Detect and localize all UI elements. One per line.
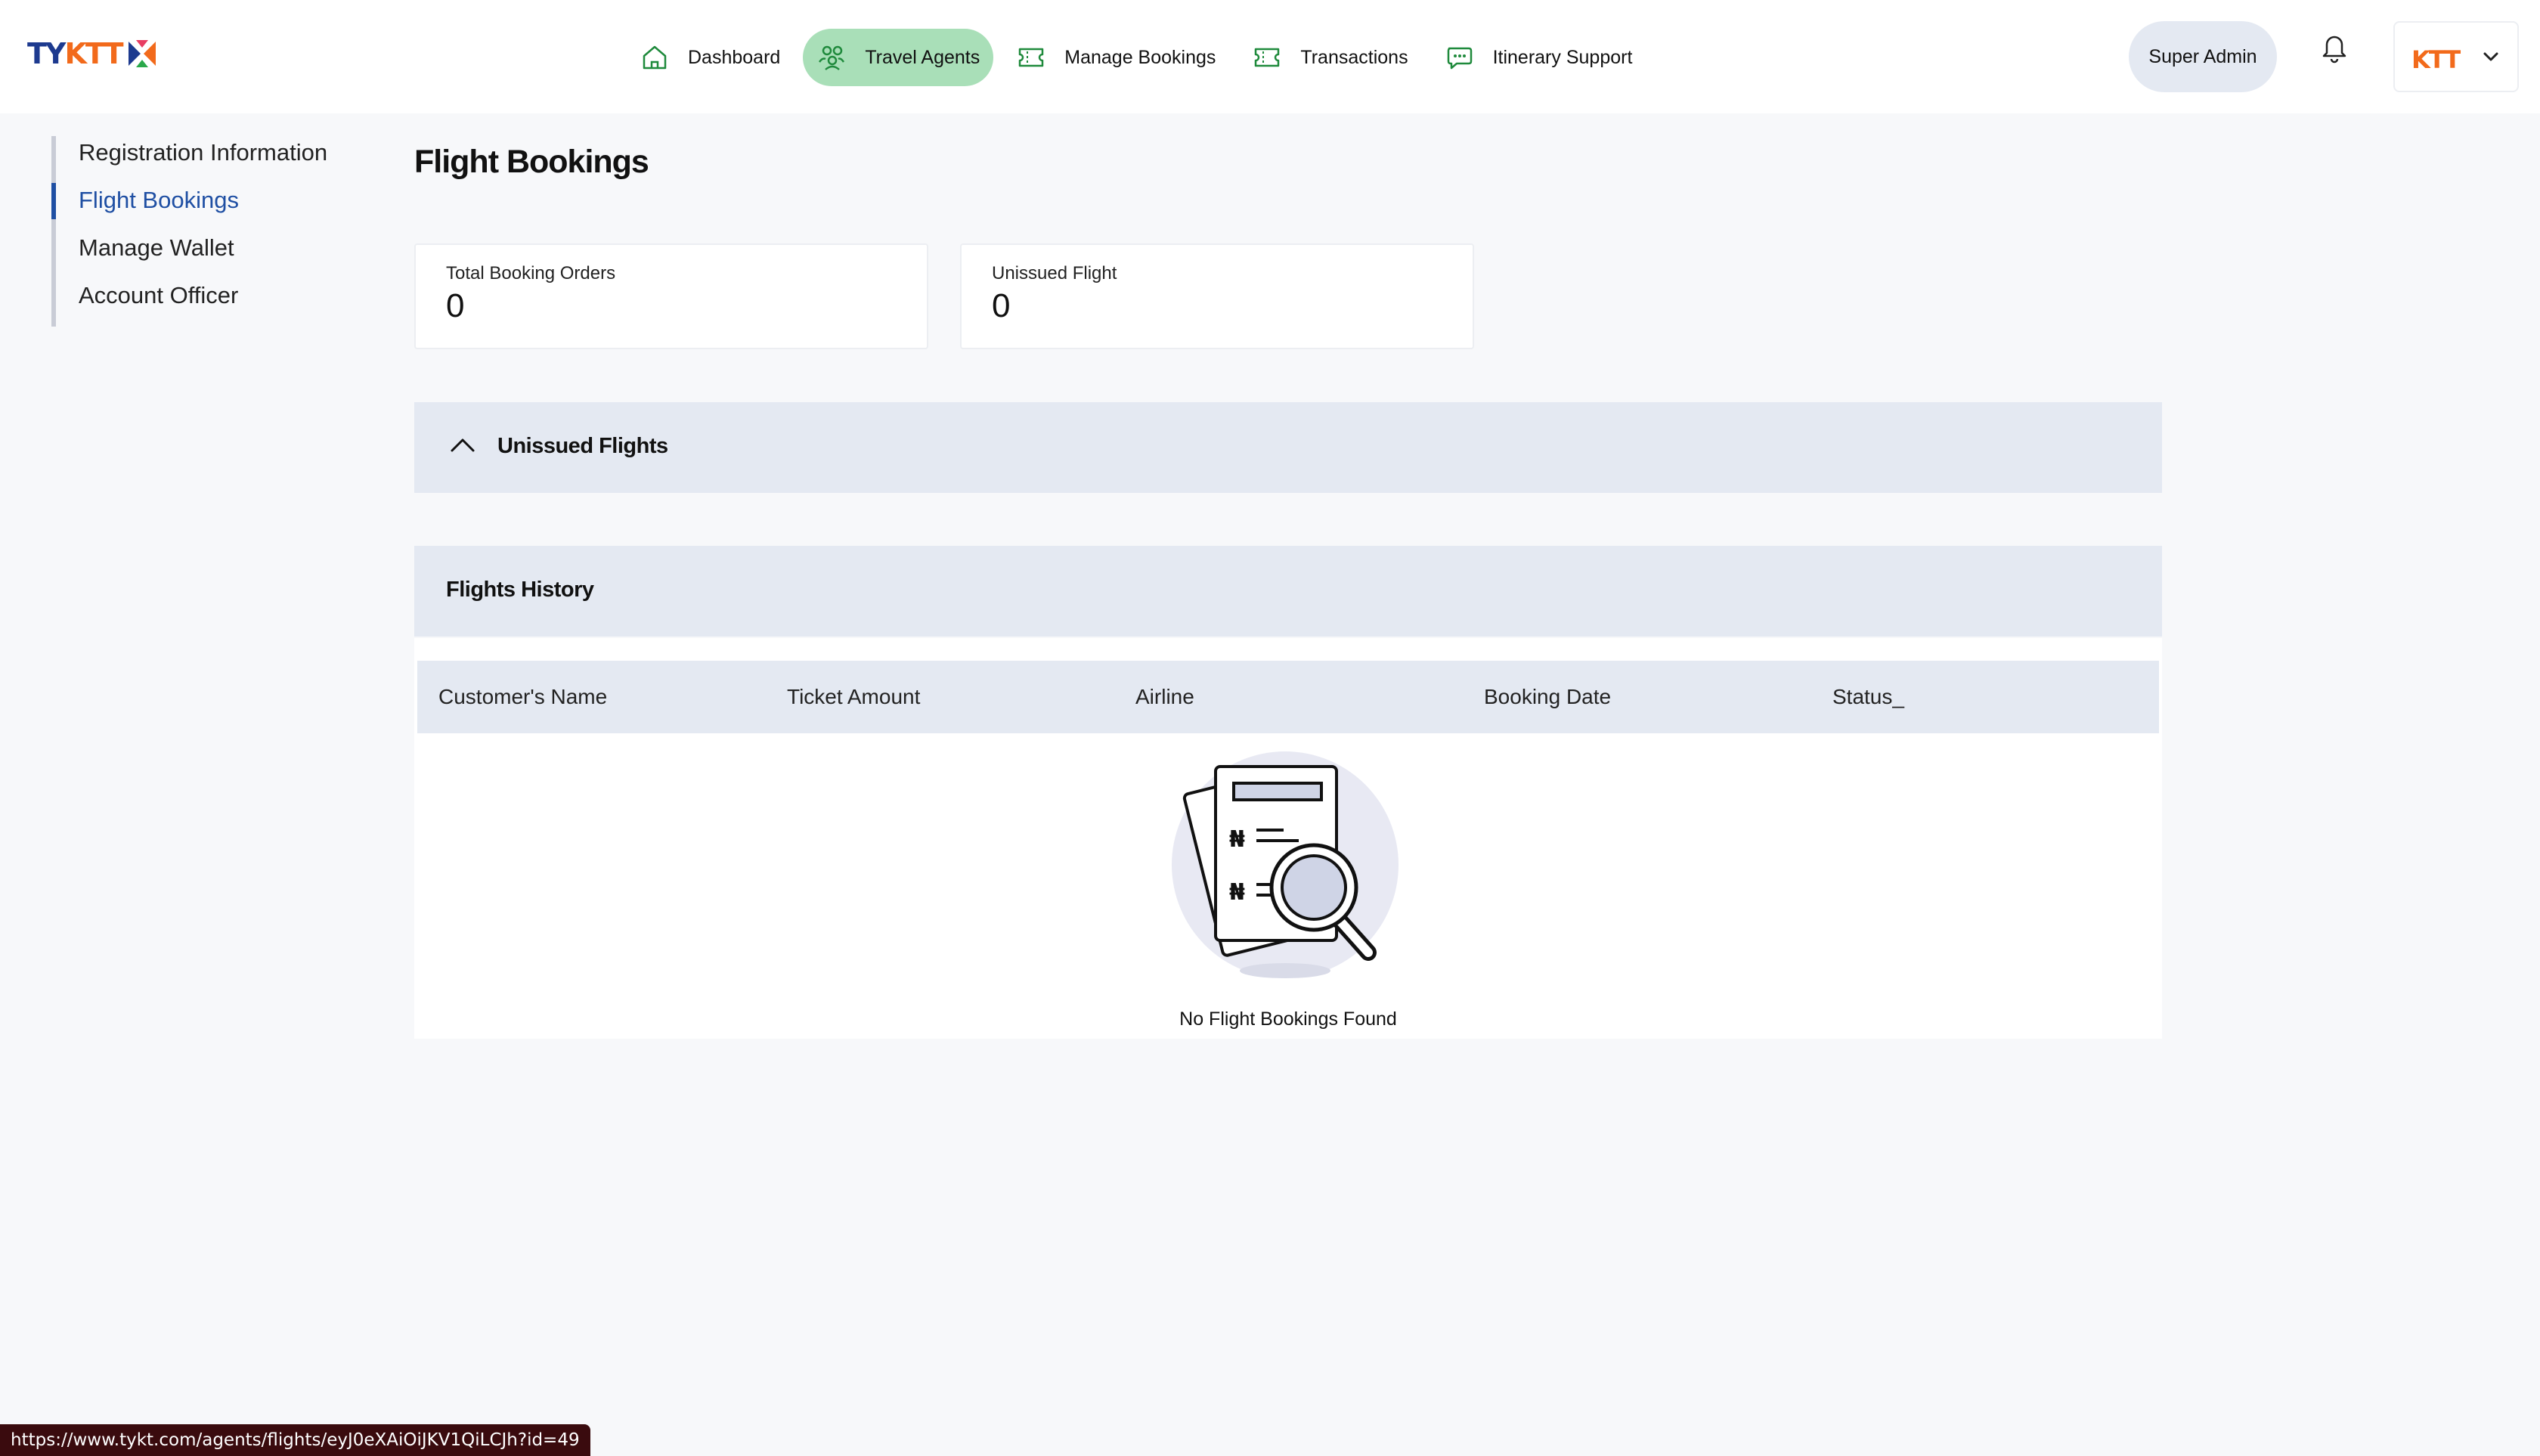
sub-nav-item-flight-bookings[interactable]: Flight Bookings xyxy=(79,187,239,214)
nav-label: Transactions xyxy=(1300,46,1408,68)
user-role-pill[interactable]: Super Admin xyxy=(2129,21,2277,92)
chevron-up-icon[interactable] xyxy=(448,431,478,461)
stat-label: Unissued Flight xyxy=(992,263,1117,283)
logo-text-primary: TY xyxy=(27,37,66,70)
stat-value: 0 xyxy=(446,287,465,324)
nav-item-manage-bookings[interactable]: Manage Bookings xyxy=(1002,29,1229,86)
org-logo: KTT xyxy=(2411,45,2461,74)
logo-mark-icon xyxy=(125,37,159,70)
table-header-row: Customer's Name Ticket Amount Airline Bo… xyxy=(417,661,2159,733)
empty-state-message: No Flight Bookings Found xyxy=(1179,1008,1397,1030)
flights-history-table: Customer's Name Ticket Amount Airline Bo… xyxy=(414,638,2162,1039)
svg-text:₦: ₦ xyxy=(1229,879,1245,906)
ticket-icon xyxy=(1252,42,1282,73)
ticket-icon xyxy=(1016,42,1046,73)
nav-item-travel-agents[interactable]: Travel Agents xyxy=(803,29,994,86)
page-title: Flight Bookings xyxy=(414,144,649,180)
chevron-down-icon xyxy=(2480,45,2502,68)
unissued-flights-panel-header[interactable]: Unissued Flights xyxy=(414,402,2162,493)
panel-title: Flights History xyxy=(446,578,594,602)
sub-nav-active-indicator xyxy=(51,183,56,219)
status-bar-url: https://www.tykt.com/agents/flights/eyJ0… xyxy=(0,1424,590,1456)
column-header[interactable]: Airline xyxy=(1135,685,1194,709)
column-header[interactable]: Booking Date xyxy=(1484,685,1611,709)
sub-nav-item-registration[interactable]: Registration Information xyxy=(79,139,327,166)
top-bar: TY KTT Dashboard Travel Agents Manage Bo… xyxy=(0,0,2540,113)
home-icon xyxy=(640,42,670,73)
nav-item-dashboard[interactable]: Dashboard xyxy=(626,29,794,86)
chat-icon xyxy=(1445,42,1475,73)
agents-icon xyxy=(816,42,847,73)
nav-item-transactions[interactable]: Transactions xyxy=(1238,29,1421,86)
sub-nav-item-manage-wallet[interactable]: Manage Wallet xyxy=(79,234,234,262)
panel-title: Unissued Flights xyxy=(497,434,668,458)
nav-label: Dashboard xyxy=(688,46,781,68)
stat-card-unissued: Unissued Flight 0 xyxy=(960,243,1474,349)
notification-bell-icon[interactable] xyxy=(2319,30,2350,64)
svg-text:₦: ₦ xyxy=(1229,826,1245,853)
column-header[interactable]: Status_ xyxy=(1832,685,1904,709)
sub-nav: Registration Information Flight Bookings… xyxy=(51,136,369,327)
flights-history-panel-header: Flights History xyxy=(414,546,2162,637)
nav-label: Itinerary Support xyxy=(1492,46,1633,68)
main-nav: Dashboard Travel Agents Manage Bookings … xyxy=(626,29,1655,86)
stat-label: Total Booking Orders xyxy=(446,263,616,283)
nav-label: Manage Bookings xyxy=(1064,46,1216,68)
logo-text-secondary: KTT xyxy=(64,37,123,70)
sub-nav-item-account-officer[interactable]: Account Officer xyxy=(79,282,238,309)
nav-item-itinerary-support[interactable]: Itinerary Support xyxy=(1431,29,1646,86)
stat-card-total-orders: Total Booking Orders 0 xyxy=(414,243,928,349)
empty-state-illustration: ₦ ₦ xyxy=(1170,751,1412,993)
nav-label: Travel Agents xyxy=(865,46,980,68)
stat-value: 0 xyxy=(992,287,1011,324)
column-header[interactable]: Customer's Name xyxy=(438,685,607,709)
column-header[interactable]: Ticket Amount xyxy=(787,685,920,709)
brand-logo[interactable]: TY KTT xyxy=(27,35,156,73)
org-switcher[interactable]: KTT xyxy=(2393,21,2519,92)
